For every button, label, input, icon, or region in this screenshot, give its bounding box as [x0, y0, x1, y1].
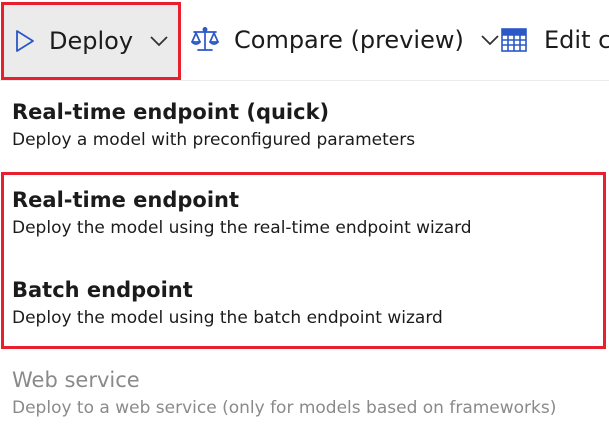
deploy-dropdown-menu: Real-time endpoint (quick) Deploy a mode…	[0, 81, 609, 437]
menu-item-description: Deploy the model using the real-time end…	[12, 218, 472, 238]
app-frame: Deploy Compare (preview) Edit c Real-tim…	[0, 0, 609, 437]
menu-item-realtime-endpoint[interactable]: Real-time endpoint Deploy the model usin…	[12, 186, 472, 240]
play-icon	[14, 29, 36, 53]
command-bar: Deploy Compare (preview) Edit c	[0, 0, 609, 81]
deploy-button-label: Deploy	[49, 26, 134, 55]
deploy-button[interactable]: Deploy	[2, 2, 178, 79]
menu-item-description: Deploy to a web service (only for models…	[12, 398, 557, 418]
table-edit-icon	[500, 25, 530, 55]
menu-item-description: Deploy the model using the batch endpoin…	[12, 308, 443, 328]
menu-item-title: Real-time endpoint	[12, 188, 240, 212]
compare-button-label: Compare (preview)	[234, 26, 464, 54]
compare-button[interactable]: Compare (preview)	[190, 0, 500, 80]
menu-item-title: Real-time endpoint (quick)	[12, 100, 330, 124]
menu-item-batch-endpoint[interactable]: Batch endpoint Deploy the model using th…	[12, 276, 443, 330]
edit-columns-button-label: Edit co	[544, 26, 609, 54]
menu-item-realtime-endpoint-quick[interactable]: Real-time endpoint (quick) Deploy a mode…	[12, 98, 415, 152]
chevron-down-icon	[480, 34, 500, 46]
edit-columns-button[interactable]: Edit co	[500, 0, 609, 80]
menu-item-web-service: Web service Deploy to a web service (onl…	[12, 366, 556, 420]
menu-item-description: Deploy a model with preconfigured parame…	[12, 130, 416, 150]
scales-icon	[190, 25, 220, 55]
chevron-down-icon	[149, 35, 169, 47]
menu-item-title: Web service	[12, 368, 140, 392]
menu-item-title: Batch endpoint	[12, 278, 193, 302]
